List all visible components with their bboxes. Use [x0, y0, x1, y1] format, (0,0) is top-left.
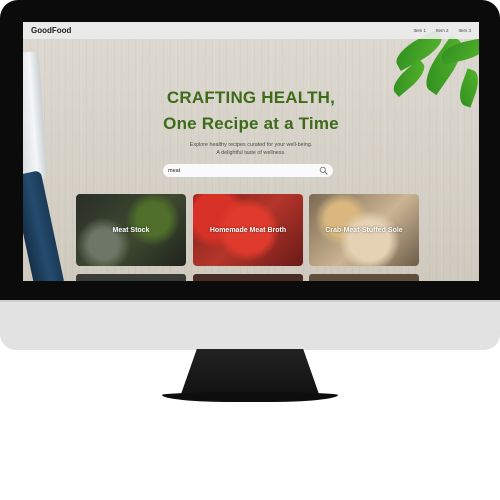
- monitor-stand-neck: [180, 349, 320, 397]
- monitor-chin: [0, 300, 500, 350]
- recipe-card-homemade-meat-broth[interactable]: Homemade Meat Broth: [193, 194, 303, 266]
- brand-logo[interactable]: GoodFood: [31, 26, 71, 35]
- nav-menu: Item 1 Item 2 Item 3: [413, 28, 471, 33]
- recipe-card-title: Crab-Meat-Stuffed Sole: [325, 226, 403, 234]
- recipe-card-partial[interactable]: [76, 274, 186, 281]
- recipe-card-partial[interactable]: [309, 274, 419, 281]
- monitor-stand-base: [162, 392, 338, 402]
- hero-title-line1: CRAFTING HEALTH,: [166, 88, 336, 107]
- nav-item-3[interactable]: Item 3: [458, 28, 471, 33]
- recipe-card-meat-stock[interactable]: Meat Stock: [76, 194, 186, 266]
- nav-item-1[interactable]: Item 1: [413, 28, 426, 33]
- search-input[interactable]: meat: [168, 168, 319, 174]
- hero-subtitle-line1: Explore healthy recipes curated for your…: [189, 142, 313, 148]
- knife-handle-image: [23, 170, 65, 281]
- recipe-card-title: Homemade Meat Broth: [209, 226, 287, 234]
- hero-subtitle-line2: A delightful taste of wellness.: [216, 150, 286, 156]
- recipe-search-box[interactable]: meat: [163, 164, 333, 177]
- top-navbar: GoodFood Item 1 Item 2 Item 3: [23, 22, 479, 39]
- search-icon[interactable]: [319, 166, 328, 175]
- hero-title-line2: One Recipe at a Time: [163, 114, 339, 133]
- recipe-card-crab-meat-stuffed-sole[interactable]: Crab-Meat-Stuffed Sole: [309, 194, 419, 266]
- desktop-monitor: GoodFood Item 1 Item 2 Item 3 CRAFTING H…: [0, 0, 500, 500]
- recipe-card-partial[interactable]: [193, 274, 303, 281]
- recipe-card-title: Meat Stock: [112, 226, 150, 234]
- nav-item-2[interactable]: Item 2: [436, 28, 449, 33]
- monitor-screen: GoodFood Item 1 Item 2 Item 3 CRAFTING H…: [23, 22, 479, 281]
